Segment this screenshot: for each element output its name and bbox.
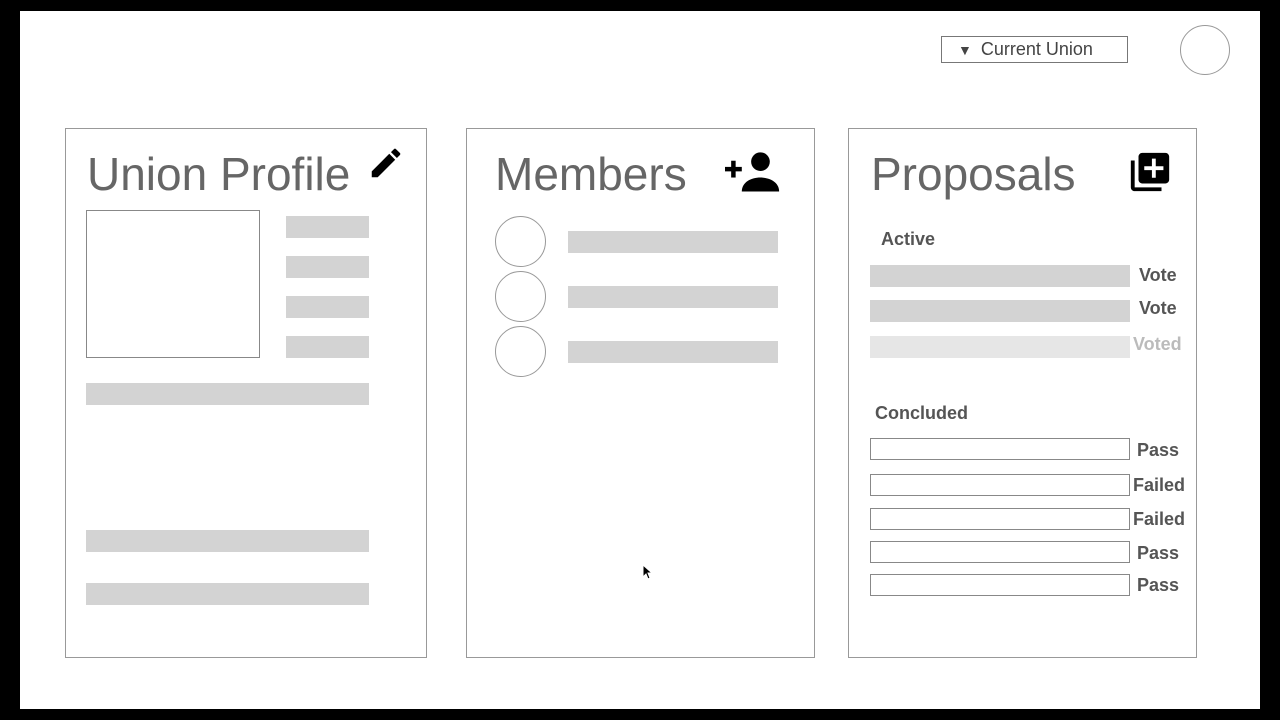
concluded-status: Failed — [1133, 475, 1186, 495]
pencil-icon[interactable] — [367, 144, 405, 182]
voted-status: Voted — [1133, 334, 1182, 354]
member-avatar[interactable] — [495, 326, 546, 377]
concluded-status: Pass — [1137, 440, 1180, 460]
active-proposal-line[interactable] — [870, 300, 1130, 322]
members-panel: Members — [466, 128, 815, 658]
profile-description-line — [86, 383, 369, 405]
union-profile-title: Union Profile — [87, 148, 351, 200]
mouse-pointer-icon — [642, 564, 652, 580]
members-title: Members — [495, 148, 687, 200]
member-name-line[interactable] — [568, 341, 778, 363]
dropdown-arrow-icon: ▼ — [958, 41, 972, 58]
concluded-proposal-line[interactable] — [870, 438, 1130, 460]
union-logo-placeholder — [86, 210, 260, 358]
profile-detail-line — [86, 530, 369, 552]
active-proposal-line — [870, 336, 1130, 358]
profile-info-line — [286, 216, 369, 238]
concluded-proposal-line[interactable] — [870, 474, 1130, 496]
concluded-proposal-line[interactable] — [870, 574, 1130, 596]
member-avatar[interactable] — [495, 216, 546, 267]
member-name-line[interactable] — [568, 231, 778, 253]
active-section-label: Active — [881, 229, 936, 249]
add-person-icon[interactable] — [725, 149, 781, 193]
add-box-icon[interactable] — [1127, 149, 1173, 195]
union-selector-dropdown[interactable]: ▼ Current Union — [941, 36, 1128, 63]
concluded-status: Pass — [1137, 575, 1180, 595]
member-avatar[interactable] — [495, 271, 546, 322]
union-profile-panel: Union Profile — [65, 128, 427, 658]
concluded-proposal-line[interactable] — [870, 541, 1130, 563]
concluded-status: Pass — [1137, 543, 1180, 563]
vote-button[interactable]: Vote — [1139, 298, 1177, 319]
profile-info-line — [286, 256, 369, 278]
profile-info-line — [286, 296, 369, 318]
concluded-section-label: Concluded — [875, 403, 968, 423]
concluded-status: Failed — [1133, 509, 1186, 529]
profile-detail-line — [86, 583, 369, 605]
user-avatar[interactable] — [1180, 25, 1230, 75]
profile-info-line — [286, 336, 369, 358]
union-selector-label: Current Union — [980, 39, 1093, 59]
proposals-title: Proposals — [871, 148, 1076, 200]
member-name-line[interactable] — [568, 286, 778, 308]
vote-button[interactable]: Vote — [1139, 265, 1177, 286]
active-proposal-line[interactable] — [870, 265, 1130, 287]
concluded-proposal-line[interactable] — [870, 508, 1130, 530]
proposals-panel: Proposals Active Vote Vote Voted Conclud… — [848, 128, 1197, 658]
